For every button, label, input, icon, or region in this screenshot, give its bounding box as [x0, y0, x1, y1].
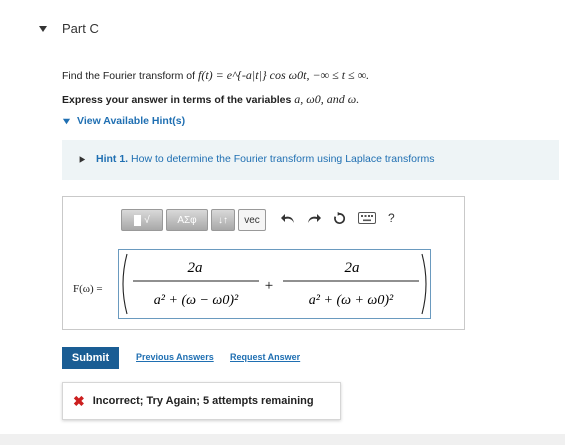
help-button[interactable]: ?: [388, 211, 395, 225]
collapse-caret-icon[interactable]: [38, 24, 48, 34]
previous-answers-link[interactable]: Previous Answers: [136, 352, 214, 362]
hint-item[interactable]: Hint 1. How to determine the Fourier tra…: [78, 153, 434, 165]
caret-right-icon: [79, 155, 86, 163]
sort-button[interactable]: ↓↑: [211, 209, 235, 231]
term1-denominator: a² + (ω − ω0)²: [154, 293, 239, 308]
chevron-down-icon: [62, 118, 71, 124]
feedback-message: Incorrect; Try Again; 5 attempts remaini…: [92, 395, 314, 407]
instruction-vars: a, ω0, and ω.: [294, 92, 360, 106]
question-prefix: Find the Fourier transform of: [62, 70, 196, 82]
question-function: f(t) = e^{-a|t|} cos ω0t, −∞ ≤ t ≤ ∞.: [197, 68, 370, 82]
request-answer-link[interactable]: Request Answer: [230, 352, 300, 362]
math-toolbar: √ ΑΣφ ↓↑ vec: [121, 209, 266, 231]
vector-button[interactable]: vec: [238, 209, 266, 231]
keyboard-icon[interactable]: [358, 212, 376, 224]
term2-numerator: 2a: [345, 260, 360, 276]
editor-actions: ?: [281, 211, 395, 225]
instruction-text: Express your answer in terms of the vari…: [62, 92, 359, 107]
undo-icon[interactable]: [281, 212, 295, 224]
answer-input[interactable]: 2a a² + (ω − ω0)² + 2a a² + (ω + ω0)²: [118, 249, 431, 319]
hint-number: Hint 1.: [96, 153, 129, 165]
view-hints-toggle[interactable]: View Available Hint(s): [62, 115, 185, 127]
expression-render: 2a a² + (ω − ω0)² + 2a a² + (ω + ω0)²: [122, 253, 427, 315]
expression-operator: +: [265, 278, 273, 294]
sqrt-symbol: √: [144, 214, 150, 226]
term1-numerator: 2a: [188, 260, 203, 276]
error-icon: ✖: [73, 392, 85, 409]
bottom-divider: [0, 434, 565, 445]
reset-icon[interactable]: [333, 211, 346, 225]
term2-denominator: a² + (ω + ω0)²: [309, 293, 394, 308]
redo-icon[interactable]: [307, 212, 321, 224]
feedback-box: ✖ Incorrect; Try Again; 5 attempts remai…: [62, 382, 341, 420]
template-button[interactable]: √: [121, 209, 163, 231]
submit-button[interactable]: Submit: [62, 347, 119, 369]
hint-panel: Hint 1. How to determine the Fourier tra…: [62, 140, 559, 180]
part-title: Part C: [62, 21, 99, 36]
answer-editor: √ ΑΣφ ↓↑ vec ? F(ω) = 2a a² + (ω − ω0)² …: [62, 196, 465, 330]
greek-symbols-button[interactable]: ΑΣφ: [166, 209, 208, 231]
view-hints-label: View Available Hint(s): [77, 115, 186, 127]
question-text: Find the Fourier transform of f(t) = e^{…: [62, 68, 369, 83]
hint-text: How to determine the Fourier transform u…: [131, 153, 435, 165]
instruction-prefix: Express your answer in terms of the vari…: [62, 94, 292, 106]
answer-label: F(ω) =: [73, 283, 103, 295]
